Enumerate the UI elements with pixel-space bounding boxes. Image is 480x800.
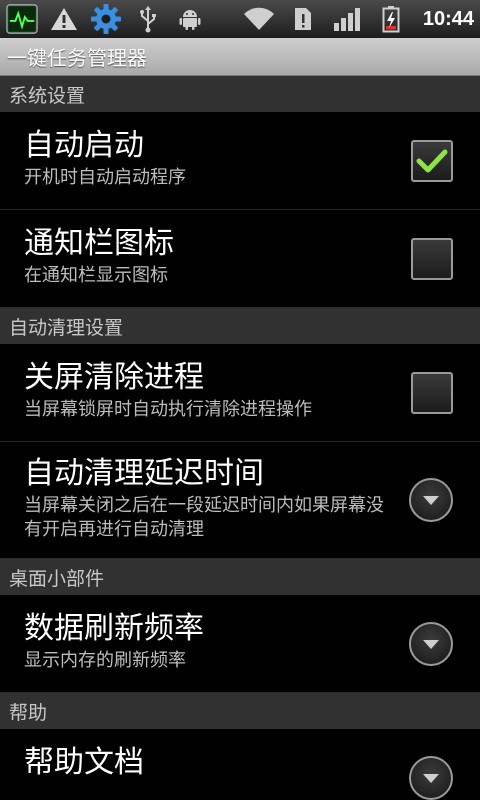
app-title: 一键任务管理器	[7, 46, 147, 70]
signal-icon	[331, 3, 363, 35]
activity-monitor-icon[interactable]	[6, 3, 38, 35]
pref-summary: 显示内存的刷新频率	[24, 650, 186, 671]
screen-off-kill-checkbox[interactable]	[411, 371, 453, 414]
pref-title: 自动清理延迟时间	[24, 456, 264, 491]
status-bar: 10:44	[0, 0, 480, 38]
check-icon	[416, 149, 448, 172]
section-header-auto-clean-settings: 自动清理设置	[0, 308, 480, 344]
pref-summary: 当屏幕锁屏时自动执行清除进程操作	[24, 399, 312, 420]
pref-title: 关屏清除进程	[24, 360, 204, 395]
android-debug-icon	[174, 3, 206, 35]
preferences-list: 系统设置 自动启动 开机时自动启动程序 通知栏图标 在通知栏显示图标 自动清理设…	[0, 76, 480, 800]
chevron-down-icon	[423, 496, 439, 505]
pref-refresh-rate[interactable]: 数据刷新频率 显示内存的刷新频率	[0, 595, 480, 693]
battery-charging-icon	[375, 3, 407, 35]
status-time: 10:44	[422, 7, 474, 30]
pref-title: 帮助文档	[24, 745, 144, 780]
chevron-down-icon	[423, 773, 439, 783]
pref-title: 数据刷新频率	[24, 611, 204, 646]
pref-help-docs[interactable]: 帮助文档	[0, 729, 480, 800]
pref-summary: 在通知栏显示图标	[24, 265, 168, 286]
title-bar: 一键任务管理器	[0, 38, 480, 76]
pref-auto-start[interactable]: 自动启动 开机时自动启动程序	[0, 112, 480, 210]
notification-icon-checkbox[interactable]	[411, 237, 453, 280]
sim-alert-icon	[287, 3, 319, 35]
pref-screen-off-kill[interactable]: 关屏清除进程 当屏幕锁屏时自动执行清除进程操作	[0, 344, 480, 442]
pref-auto-clean-delay[interactable]: 自动清理延迟时间 当屏幕关闭之后在一段延迟时间内如果屏幕没有开启再进行自动清理	[0, 442, 480, 559]
refresh-rate-dropdown-button[interactable]	[409, 621, 453, 666]
settings-gear-icon	[90, 3, 122, 35]
auto-start-checkbox[interactable]	[411, 139, 453, 182]
auto-clean-delay-dropdown-button[interactable]	[409, 478, 453, 522]
pref-summary: 当屏幕关闭之后在一段延迟时间内如果屏幕没有开启再进行自动清理	[24, 495, 384, 540]
chevron-down-icon	[423, 639, 439, 649]
section-header-help: 帮助	[0, 693, 480, 729]
pref-notification-icon[interactable]: 通知栏图标 在通知栏显示图标	[0, 210, 480, 308]
wifi-icon	[243, 3, 275, 35]
pref-title: 自动启动	[24, 128, 144, 163]
section-header-desktop-widget: 桌面小部件	[0, 559, 480, 595]
section-header-system-settings: 系统设置	[0, 76, 480, 112]
pref-summary: 开机时自动启动程序	[24, 167, 186, 188]
warning-icon	[48, 3, 80, 35]
usb-icon	[132, 3, 164, 35]
help-docs-dropdown-button[interactable]	[409, 755, 453, 800]
pref-title: 通知栏图标	[24, 226, 174, 261]
